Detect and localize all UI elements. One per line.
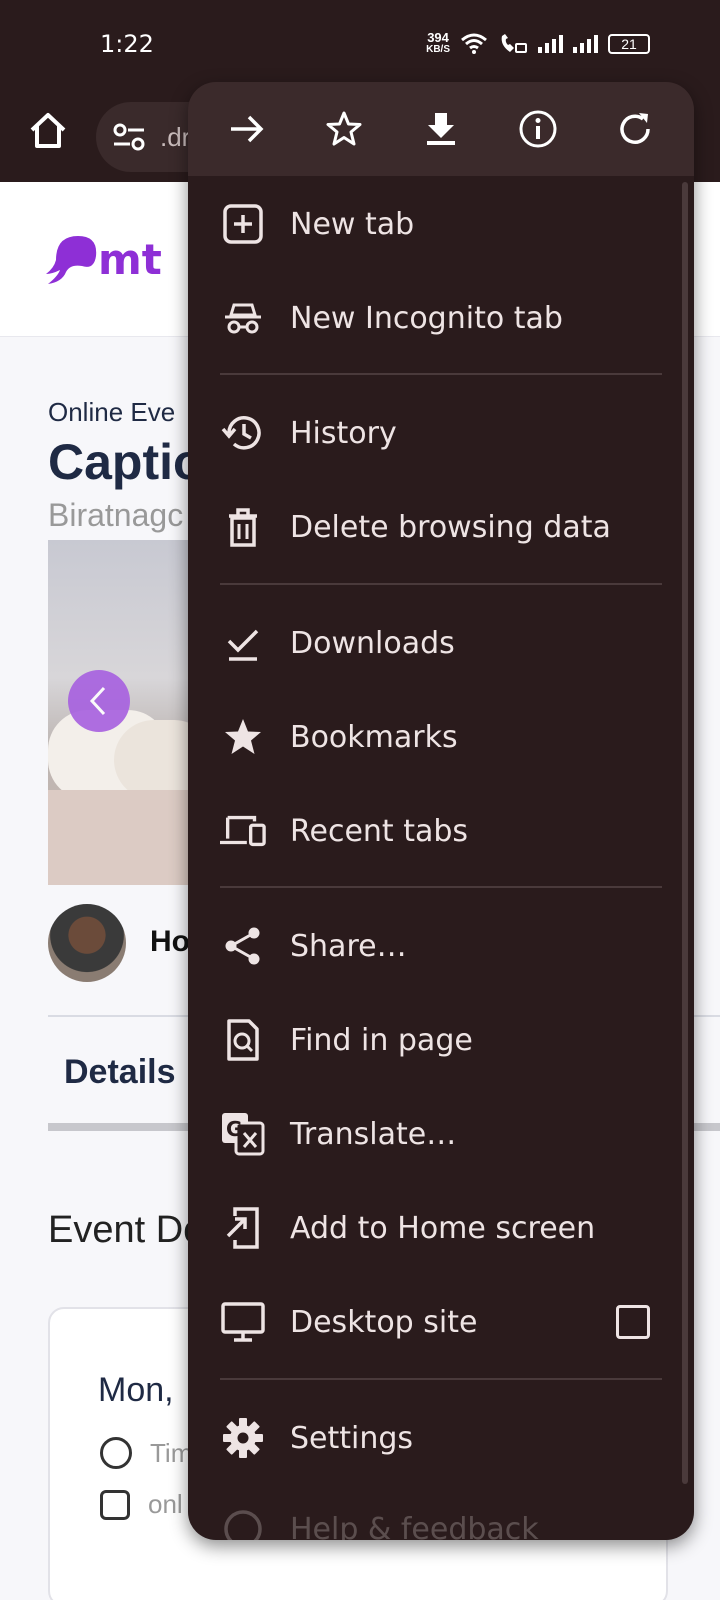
battery-icon: 21 <box>608 34 650 54</box>
menu-separator <box>220 583 662 585</box>
menu-item-add-to-home-screen[interactable]: Add to Home screen <box>188 1181 688 1275</box>
menu-item-label: Settings <box>290 1420 414 1456</box>
signal-icon-2 <box>573 35 598 53</box>
event-title: Captio <box>48 434 204 490</box>
trash-icon <box>220 504 266 550</box>
devices-icon <box>220 808 266 854</box>
network-speed: 394 KB/S <box>426 30 450 55</box>
logo-text: mt <box>98 234 162 284</box>
translate-icon: G <box>220 1111 266 1157</box>
clock-icon <box>100 1437 132 1469</box>
wifi-icon <box>460 33 488 55</box>
event-category: Online Eve <box>48 397 176 427</box>
status-icons: 394 KB/S 21 <box>426 30 650 56</box>
carousel-prev-button[interactable] <box>68 670 130 732</box>
bookmark-star-icon <box>326 111 362 146</box>
menu-separator <box>220 373 662 375</box>
find-icon <box>220 1017 266 1063</box>
history-icon <box>220 410 266 456</box>
menu-item-translate[interactable]: G Translate… <box>188 1087 688 1181</box>
home-icon <box>30 113 66 148</box>
time-row: Tim <box>100 1437 192 1469</box>
page-info-button[interactable] <box>508 99 568 159</box>
menu-action-row <box>188 82 694 176</box>
signal-icon-1 <box>538 35 563 53</box>
menu-item-label: Share… <box>290 928 407 964</box>
download-page-button[interactable] <box>411 99 471 159</box>
menu-item-find-in-page[interactable]: Find in page <box>188 993 688 1087</box>
info-icon <box>519 110 557 148</box>
menu-item-label: Delete browsing data <box>290 509 611 545</box>
downloads-icon <box>220 620 266 666</box>
star-icon <box>220 714 266 760</box>
menu-item-downloads[interactable]: Downloads <box>188 596 688 690</box>
menu-item-delete-browsing-data[interactable]: Delete browsing data <box>188 480 688 574</box>
desktop-icon <box>220 1299 266 1345</box>
menu-item-label: Help & feedback <box>290 1511 539 1541</box>
home-button[interactable] <box>26 108 70 152</box>
menu-item-recent-tabs[interactable]: Recent tabs <box>188 784 688 878</box>
menu-item-label: Downloads <box>290 625 455 661</box>
status-bar: 1:22 394 KB/S 21 <box>0 0 720 90</box>
menu-item-label: History <box>290 415 397 451</box>
overflow-menu: New tab New Incognito tab History Delete… <box>188 82 694 1540</box>
checkbox-icon <box>100 1489 130 1520</box>
url-text[interactable]: .dr <box>160 122 190 153</box>
menu-item-label: New tab <box>290 206 415 242</box>
menu-separator <box>220 1378 662 1380</box>
svg-text:G: G <box>226 1117 242 1141</box>
share-icon <box>220 923 266 969</box>
menu-item-bookmarks[interactable]: Bookmarks <box>188 690 688 784</box>
reload-icon <box>620 113 651 144</box>
menu-item-label: Bookmarks <box>290 719 458 755</box>
menu-item-history[interactable]: History <box>188 386 688 480</box>
menu-item-label: Find in page <box>290 1022 473 1058</box>
menu-item-label: New Incognito tab <box>290 300 563 336</box>
menu-item-label: Translate… <box>290 1116 457 1152</box>
menu-item-label: Recent tabs <box>290 813 469 849</box>
add-to-home-icon <box>220 1205 266 1251</box>
reload-button[interactable] <box>605 99 665 159</box>
download-icon <box>426 113 455 145</box>
wifi-calling-icon <box>498 33 528 55</box>
online-row: onl <box>100 1489 183 1520</box>
jellyfish-logo-icon <box>46 236 97 284</box>
menu-item-label: Desktop site <box>290 1304 478 1340</box>
event-location: Biratnagc <box>48 497 184 533</box>
help-icon <box>220 1506 266 1540</box>
settings-icon <box>220 1415 266 1461</box>
menu-item-new-tab[interactable]: New tab <box>188 177 688 271</box>
desktop-site-checkbox[interactable] <box>616 1305 650 1339</box>
menu-item-share[interactable]: Share… <box>188 899 688 993</box>
forward-icon <box>230 115 264 143</box>
new-tab-icon <box>220 201 266 247</box>
menu-item-settings[interactable]: Settings <box>188 1391 688 1485</box>
forward-button[interactable] <box>217 99 277 159</box>
menu-separator <box>220 886 662 888</box>
chevron-left-icon <box>89 686 106 716</box>
event-date: Mon, <box>98 1371 174 1409</box>
menu-item-new-incognito-tab[interactable]: New Incognito tab <box>188 271 688 365</box>
section-heading: Event Dc <box>48 1209 203 1251</box>
tab-details[interactable]: Details <box>64 1053 176 1092</box>
site-logo[interactable]: mt <box>44 230 162 288</box>
menu-item-help-feedback[interactable]: Help & feedback <box>188 1482 688 1540</box>
site-settings-icon[interactable] <box>112 122 146 152</box>
host-name[interactable]: Ho <box>150 925 190 959</box>
status-time: 1:22 <box>100 30 154 58</box>
bookmark-page-button[interactable] <box>314 99 374 159</box>
menu-item-label: Add to Home screen <box>290 1210 596 1246</box>
host-avatar[interactable] <box>48 904 126 982</box>
incognito-icon <box>220 295 266 341</box>
menu-item-desktop-site[interactable]: Desktop site <box>188 1275 688 1369</box>
